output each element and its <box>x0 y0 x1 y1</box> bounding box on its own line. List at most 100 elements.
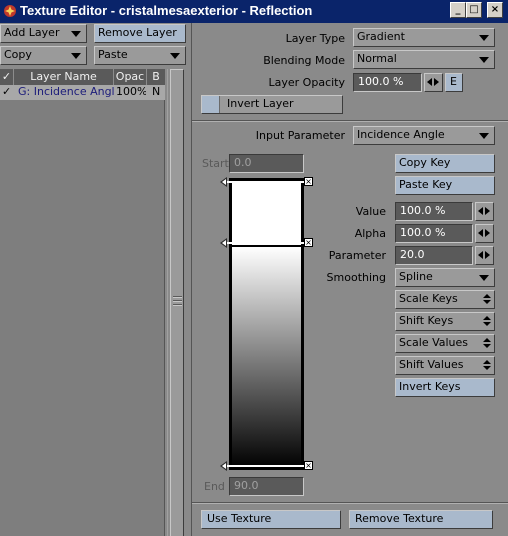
maximize-button[interactable]: □ <box>466 2 482 18</box>
layer-opacity-field[interactable]: 100.0 % <box>353 73 422 92</box>
column-header-layer-name[interactable]: Layer Name <box>14 69 114 85</box>
shift-values-button[interactable]: Shift Values <box>395 356 495 375</box>
scrollbar-thumb[interactable] <box>170 69 184 536</box>
key-handle-left-icon[interactable] <box>220 238 227 248</box>
gradient-key-line <box>227 242 306 244</box>
copy-dropdown[interactable]: Copy <box>0 46 87 65</box>
remove-layer-button[interactable]: Remove Layer <box>94 24 186 43</box>
use-texture-button[interactable]: Use Texture <box>201 510 341 529</box>
up-down-arrows-icon <box>483 338 491 349</box>
paste-label: Paste <box>98 48 128 61</box>
layer-opacity-label: Layer Opacity <box>268 76 345 89</box>
scale-keys-label: Scale Keys <box>399 292 458 305</box>
alpha-label: Alpha <box>354 227 386 240</box>
table-row[interactable]: ✓ G: Incidence Angle 100% N <box>0 85 165 100</box>
layer-opacity-cell: 100% <box>116 85 146 98</box>
chevron-down-icon <box>479 133 489 139</box>
chevron-down-icon <box>71 31 81 37</box>
alpha-field[interactable]: 100.0 % <box>395 224 473 243</box>
copy-label: Copy <box>4 48 32 61</box>
layer-pane: Add Layer Remove Layer Copy Paste ✓ Laye… <box>0 23 190 536</box>
alpha-spinner[interactable] <box>475 224 494 243</box>
smoothing-value: Spline <box>399 270 433 283</box>
minimize-button[interactable]: _ <box>450 2 466 18</box>
key-handle-left-icon[interactable] <box>220 461 227 471</box>
envelope-button[interactable]: E <box>445 73 463 92</box>
blending-mode-dropdown[interactable]: Normal <box>353 50 495 69</box>
layer-opacity-spinner[interactable] <box>424 73 443 92</box>
gradient-key-line <box>227 181 306 183</box>
chevron-down-icon <box>170 53 180 59</box>
chevron-down-icon <box>479 35 489 41</box>
input-parameter-label: Input Parameter <box>255 129 345 142</box>
section-divider <box>192 502 508 504</box>
invert-keys-button[interactable]: Invert Keys <box>395 378 495 397</box>
column-header-blend[interactable]: B <box>147 69 165 85</box>
arrow-left-icon <box>478 207 483 215</box>
layer-type-value: Gradient <box>357 30 405 43</box>
up-down-arrows-icon <box>483 316 491 327</box>
parameter-label: Parameter <box>328 249 386 262</box>
layer-enabled-checkbox[interactable]: ✓ <box>2 85 14 100</box>
value-spinner[interactable] <box>475 202 494 221</box>
checkbox-icon <box>202 96 220 113</box>
arrow-left-icon <box>478 251 483 259</box>
shift-keys-label: Shift Keys <box>399 314 454 327</box>
layer-list-scrollbar[interactable] <box>167 69 186 536</box>
remove-texture-button[interactable]: Remove Texture <box>349 510 493 529</box>
arrow-left-icon <box>478 229 483 237</box>
grip-line <box>173 300 182 302</box>
app-logo-icon <box>4 5 16 17</box>
key-handle-left-icon[interactable] <box>220 177 227 187</box>
gradient-top-segment <box>232 182 301 245</box>
delete-key-icon[interactable]: × <box>304 461 313 470</box>
chevron-down-icon <box>479 57 489 63</box>
input-parameter-dropdown[interactable]: Incidence Angle <box>353 126 495 145</box>
gradient-bar[interactable] <box>229 178 304 470</box>
layer-table-header: ✓ Layer Name Opac B <box>0 69 165 85</box>
parameter-spinner[interactable] <box>475 246 494 265</box>
layer-type-dropdown[interactable]: Gradient <box>353 28 495 47</box>
value-field[interactable]: 100.0 % <box>395 202 473 221</box>
input-parameter-value: Incidence Angle <box>357 128 445 141</box>
layer-blend-cell: N <box>152 85 161 98</box>
end-label: End <box>204 480 225 493</box>
shift-keys-button[interactable]: Shift Keys <box>395 312 495 331</box>
smoothing-label: Smoothing <box>326 271 386 284</box>
end-field[interactable]: 90.0 <box>229 477 304 496</box>
invert-layer-button[interactable]: Invert Layer <box>201 95 343 114</box>
layer-table: ✓ Layer Name Opac B ✓ G: Incidence Angle… <box>0 69 165 536</box>
layer-name-cell: G: Incidence Angle <box>18 85 114 98</box>
arrow-right-icon <box>485 229 490 237</box>
delete-key-icon[interactable]: × <box>304 177 313 186</box>
scale-keys-button[interactable]: Scale Keys <box>395 290 495 309</box>
column-header-check[interactable]: ✓ <box>0 69 14 85</box>
blending-mode-value: Normal <box>357 52 397 65</box>
scale-values-button[interactable]: Scale Values <box>395 334 495 353</box>
close-button[interactable]: × <box>487 2 503 18</box>
up-down-arrows-icon <box>483 360 491 371</box>
title-bar: Texture Editor - cristalmesaexterior - R… <box>0 0 508 23</box>
section-divider <box>192 120 508 122</box>
start-field[interactable]: 0.0 <box>229 154 304 173</box>
start-label: Start <box>202 157 229 170</box>
paste-dropdown[interactable]: Paste <box>94 46 186 65</box>
layer-type-label: Layer Type <box>285 32 345 45</box>
grip-line <box>173 296 182 298</box>
delete-key-icon[interactable]: × <box>304 238 313 247</box>
column-header-opacity[interactable]: Opac <box>114 69 147 85</box>
invert-layer-label: Invert Layer <box>227 97 294 110</box>
grip-line <box>173 304 182 306</box>
add-layer-dropdown[interactable]: Add Layer <box>0 24 87 43</box>
add-layer-label: Add Layer <box>4 26 60 39</box>
parameter-field[interactable]: 20.0 <box>395 246 473 265</box>
blending-mode-label: Blending Mode <box>263 54 345 67</box>
paste-key-button[interactable]: Paste Key <box>395 176 495 195</box>
arrow-right-icon <box>485 251 490 259</box>
arrow-left-icon <box>427 78 432 86</box>
arrow-right-icon <box>485 207 490 215</box>
smoothing-dropdown[interactable]: Spline <box>395 268 495 287</box>
arrow-right-icon <box>434 78 439 86</box>
copy-key-button[interactable]: Copy Key <box>395 154 495 173</box>
chevron-down-icon <box>479 275 489 281</box>
